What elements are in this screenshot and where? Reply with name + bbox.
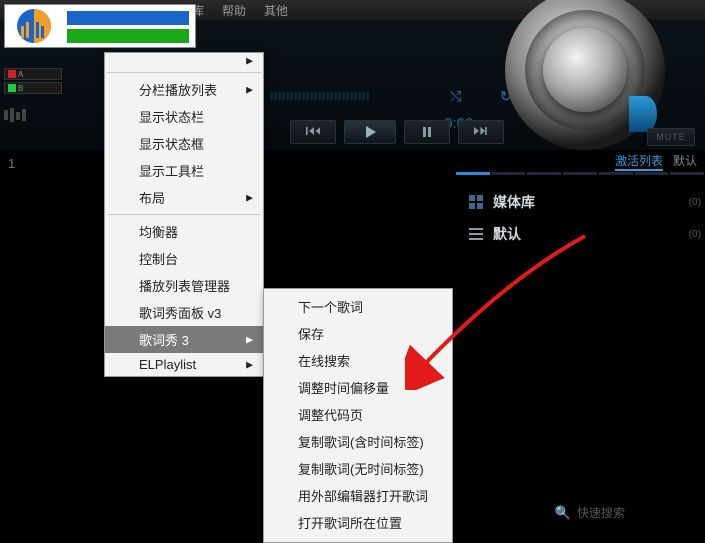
menu-item[interactable]: ▶ xyxy=(105,53,263,69)
menu-item-columns[interactable]: 分栏播放列表▶ xyxy=(105,76,263,103)
tab-active-list[interactable]: 激活列表 xyxy=(615,152,663,171)
pause-button[interactable] xyxy=(404,120,450,144)
eq-icon[interactable] xyxy=(4,108,62,125)
menu-other[interactable]: 其他 xyxy=(264,2,288,19)
next-button[interactable] xyxy=(458,120,504,144)
menu-item-toolbar[interactable]: 显示工具栏 xyxy=(105,157,263,184)
app-logo xyxy=(4,4,196,48)
quick-search[interactable]: 🔍 快速搜索 xyxy=(555,504,625,521)
list-item-media-library[interactable]: 媒体库 (0) xyxy=(465,186,705,218)
menu-item-statusbar[interactable]: 显示状态栏 xyxy=(105,103,263,130)
menu-item-lyric-panel-v3[interactable]: 歌词秀面板 v3 xyxy=(105,299,263,326)
play-button[interactable] xyxy=(344,120,396,144)
right-list: 媒体库 (0) 默认 (0) xyxy=(465,186,705,250)
menu-item-statusbox[interactable]: 显示状态框 xyxy=(105,130,263,157)
list-item-label: 媒体库 xyxy=(493,192,535,212)
menu-item-elplaylist[interactable]: ELPlaylist▶ xyxy=(105,353,263,376)
submenu-save[interactable]: 保存 xyxy=(264,320,452,347)
tab-default[interactable]: 默认 xyxy=(673,152,697,171)
spectrum-visualizer xyxy=(270,70,430,100)
volume-knob[interactable] xyxy=(505,0,665,150)
marker-b[interactable]: B xyxy=(4,82,62,94)
list-item-label: 默认 xyxy=(493,224,521,244)
submenu-next-lyric[interactable]: 下一个歌词 xyxy=(264,293,452,320)
item-count: (0) xyxy=(689,229,701,240)
mute-button[interactable]: MUTE xyxy=(647,128,695,146)
menu-item-playlist-manager[interactable]: 播放列表管理器 xyxy=(105,272,263,299)
marker-a[interactable]: A xyxy=(4,68,62,80)
submenu-copy-with-timestamps[interactable]: 复制歌词(含时间标签) xyxy=(264,428,452,455)
lyric-submenu: 下一个歌词 保存 在线搜索 调整时间偏移量 调整代码页 复制歌词(含时间标签) … xyxy=(263,288,453,543)
transport-controls xyxy=(290,120,504,144)
item-count: (0) xyxy=(689,197,701,208)
menu-item-lyric-show-3[interactable]: 歌词秀 3▶ xyxy=(105,326,263,353)
play-icon xyxy=(364,126,376,138)
submenu-adjust-time-offset[interactable]: 调整时间偏移量 xyxy=(264,374,452,401)
chevron-right-icon: ▶ xyxy=(246,84,253,95)
search-icon: 🔍 xyxy=(555,505,571,521)
quick-search-label: 快速搜索 xyxy=(577,504,625,521)
track-number: 1 xyxy=(8,156,15,171)
logo-icon xyxy=(9,8,59,44)
chevron-right-icon: ▶ xyxy=(246,56,253,67)
submenu-adjust-codepage[interactable]: 调整代码页 xyxy=(264,401,452,428)
menu-help[interactable]: 帮助 xyxy=(222,2,246,19)
list-item-default[interactable]: 默认 (0) xyxy=(465,218,705,250)
menu-item-layout[interactable]: 布局▶ xyxy=(105,184,263,211)
view-context-menu: ▶ 分栏播放列表▶ 显示状态栏 显示状态框 显示工具栏 布局▶ 均衡器 控制台 … xyxy=(104,52,264,377)
top-menu: 体库 帮助 其他 xyxy=(180,2,288,19)
pause-icon xyxy=(422,127,432,137)
submenu-copy-without-timestamps[interactable]: 复制歌词(无时间标签) xyxy=(264,455,452,482)
chevron-right-icon: ▶ xyxy=(246,359,253,370)
submenu-online-search[interactable]: 在线搜索 xyxy=(264,347,452,374)
prev-button[interactable] xyxy=(290,120,336,144)
left-controls: A B xyxy=(4,68,62,125)
menu-separator xyxy=(107,214,261,215)
menu-item-equalizer[interactable]: 均衡器 xyxy=(105,218,263,245)
chevron-right-icon: ▶ xyxy=(246,334,253,345)
skip-forward-icon xyxy=(474,127,488,137)
chevron-right-icon: ▶ xyxy=(246,192,253,203)
tab-indicator-row xyxy=(455,172,705,176)
submenu-open-external-editor[interactable]: 用外部编辑器打开歌词 xyxy=(264,482,452,509)
list-icon xyxy=(469,227,483,241)
logo-bar-1 xyxy=(67,11,189,25)
menu-item-console[interactable]: 控制台 xyxy=(105,245,263,272)
menu-separator xyxy=(107,72,261,73)
grid-icon xyxy=(469,195,483,209)
shuffle-button[interactable]: ⤭ xyxy=(450,88,461,105)
logo-bar-2 xyxy=(67,29,189,43)
skip-back-icon xyxy=(306,127,320,137)
playlist-tabs: 激活列表 默认 xyxy=(615,152,705,171)
